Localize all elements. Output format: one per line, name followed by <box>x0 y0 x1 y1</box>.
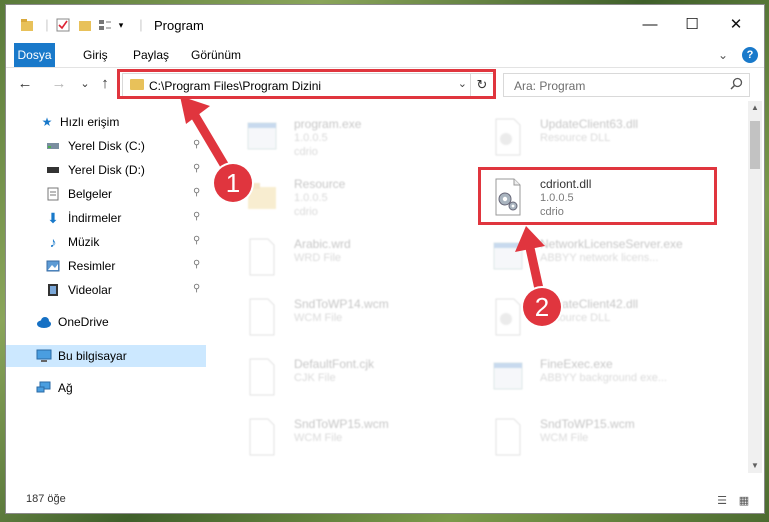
callout-badge-1: 1 <box>214 164 252 202</box>
annotation-arrows <box>180 96 546 303</box>
callout-badge-2: 2 <box>523 288 561 326</box>
